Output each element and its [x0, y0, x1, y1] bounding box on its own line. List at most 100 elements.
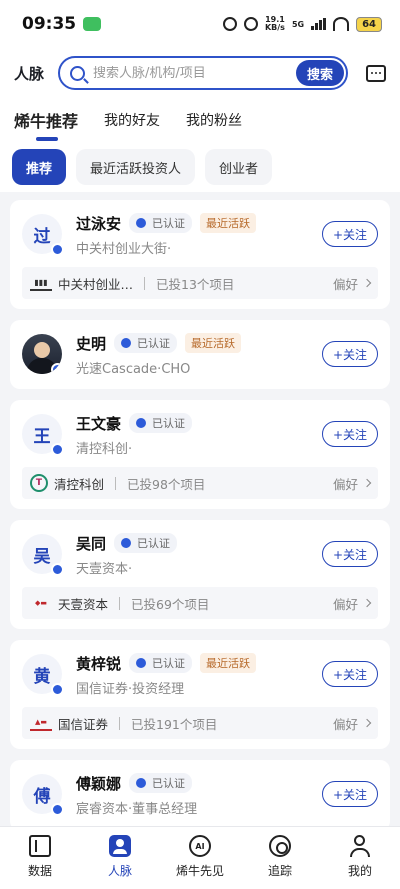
follow-button[interactable]: +关注	[322, 421, 378, 447]
org-logo-icon: ▲▬	[30, 715, 52, 731]
search-input[interactable]	[93, 65, 283, 81]
org-row[interactable]: ▮▮▮ 中关村创业… 已投13个项目 偏好	[22, 267, 378, 299]
nav-label: 我的	[347, 864, 372, 878]
follow-button[interactable]: +关注	[322, 541, 378, 567]
person-name: 过泳安	[76, 214, 122, 233]
preference-link[interactable]: 偏好	[332, 274, 372, 293]
ai-icon: AI	[189, 835, 211, 857]
person-card[interactable]: 过 过泳安 已认证 最近活跃 中关村创业大街· +关注 ▮▮▮ 中关村创业… 已…	[10, 200, 390, 309]
wifi-icon	[333, 17, 350, 31]
avatar: 吴	[22, 534, 64, 576]
avatar	[22, 334, 62, 374]
clock: 09:35	[22, 14, 77, 34]
people-list: 过 过泳安 已认证 最近活跃 中关村创业大街· +关注 ▮▮▮ 中关村创业… 已…	[10, 200, 390, 842]
user-icon	[349, 835, 371, 857]
avatar-initial: 黄	[33, 666, 51, 687]
divider	[115, 476, 117, 490]
chevron-right-icon	[362, 598, 372, 608]
divider	[119, 596, 121, 610]
nav-insights[interactable]: AI 烯牛先见	[160, 827, 240, 889]
message-icon[interactable]	[366, 64, 386, 82]
person-name: 吴同	[76, 534, 107, 553]
divider	[144, 276, 146, 290]
recently-active-tag: 最近活跃	[185, 333, 242, 353]
certified-badge: 已认证	[114, 533, 178, 553]
nav-label: 人脉	[107, 864, 132, 878]
certified-badge: 已认证	[129, 773, 193, 793]
chevron-right-icon	[362, 478, 372, 488]
recently-active-tag: 最近活跃	[200, 213, 257, 233]
battery-icon: 64	[356, 16, 382, 32]
divider	[119, 716, 121, 730]
follow-button[interactable]: +关注	[322, 661, 378, 687]
org-row[interactable]: ◆▬ 天壹资本 已投69个项目 偏好	[22, 587, 378, 619]
org-row[interactable]: T 清控科创 已投98个项目 偏好	[22, 467, 378, 499]
filter-recommend[interactable]: 推荐	[12, 149, 67, 185]
certified-label: 已认证	[152, 217, 186, 230]
certified-label: 已认证	[137, 337, 171, 350]
nav-tracking[interactable]: 追踪	[240, 827, 320, 889]
person-card[interactable]: 吴 吴同 已认证 天壹资本· +关注 ◆▬ 天壹资本 已投69个项目 偏好	[10, 520, 390, 629]
nav-me[interactable]: 我的	[320, 827, 400, 889]
person-card[interactable]: 黄 黄梓锐 已认证 最近活跃 国信证券·投资经理 +关注 ▲▬ 国信证券 已投1…	[10, 640, 390, 749]
nav-data[interactable]: 数据	[0, 827, 80, 889]
top-header: 人脉 搜索	[0, 48, 400, 98]
tab-my-fans[interactable]: 我的粉丝	[186, 110, 242, 130]
follow-button[interactable]: +关注	[322, 781, 378, 807]
preference-label: 偏好	[332, 276, 358, 292]
verified-icon	[51, 243, 64, 256]
org-row[interactable]: ▲▬ 国信证券 已投191个项目 偏好	[22, 707, 378, 739]
preference-link[interactable]: 偏好	[333, 474, 372, 493]
check-icon	[121, 538, 132, 548]
certified-label: 已认证	[137, 537, 171, 550]
nav-contacts[interactable]: 人脉	[80, 827, 160, 889]
filter-active-investors[interactable]: 最近活跃投资人	[76, 149, 196, 185]
preference-link[interactable]: 偏好	[332, 594, 372, 613]
follow-button[interactable]: +关注	[322, 221, 378, 247]
org-name: 天壹资本	[58, 596, 109, 612]
network-type: 5G	[291, 19, 305, 29]
search-button[interactable]: 搜索	[296, 60, 344, 86]
alarm-icon	[222, 17, 237, 31]
person-card[interactable]: 史明 已认证 最近活跃 光速Cascade·CHO +关注	[10, 320, 390, 389]
verified-icon	[51, 683, 64, 696]
filter-chips: 推荐 最近活跃投资人 创业者	[0, 142, 400, 192]
book-icon	[29, 835, 51, 857]
page-title: 人脉	[14, 64, 45, 83]
org-name: 清控科创	[54, 476, 105, 492]
avatar: 王	[22, 414, 64, 456]
avatar-initial: 吴	[33, 546, 51, 567]
app-notification-icon	[83, 17, 102, 31]
avatar-initial: 傅	[33, 786, 51, 807]
chevron-right-icon	[362, 278, 372, 288]
filter-founders[interactable]: 创业者	[205, 149, 273, 185]
person-card[interactable]: 傅 傅颖娜 已认证 宸睿资本·董事总经理 +关注	[10, 760, 390, 831]
verified-icon	[51, 443, 64, 456]
certified-badge: 已认证	[129, 653, 193, 673]
verified-icon	[51, 363, 62, 374]
preference-label: 偏好	[332, 596, 358, 612]
recently-active-tag: 最近活跃	[200, 653, 257, 673]
avatar: 过	[22, 214, 64, 256]
preference-label: 偏好	[332, 716, 358, 732]
preference-link[interactable]: 偏好	[332, 714, 372, 733]
person-name: 王文豪	[76, 414, 122, 433]
invested-count: 已投191个项目	[131, 716, 218, 732]
target-icon	[269, 835, 291, 857]
mute-icon	[243, 17, 258, 31]
bottom-nav: 数据 人脉 AI 烯牛先见 追踪 我的	[0, 826, 400, 889]
check-icon	[136, 218, 147, 228]
person-card[interactable]: 王 王文豪 已认证 清控科创· +关注 T 清控科创 已投98个项目 偏好	[10, 400, 390, 509]
network-speed: 19.1 KB/s	[265, 16, 285, 32]
nav-label: 追踪	[267, 864, 292, 878]
contacts-icon	[109, 835, 131, 857]
check-icon	[136, 658, 147, 668]
org-name: 国信证券	[58, 716, 109, 732]
certified-label: 已认证	[152, 777, 186, 790]
status-bar: 09:35 19.1 KB/s 5G 64	[0, 0, 400, 48]
follow-button[interactable]: +关注	[322, 341, 378, 367]
tab-my-friends[interactable]: 我的好友	[104, 110, 160, 130]
avatar: 傅	[22, 774, 64, 816]
tab-xiniu-recommend[interactable]: 烯牛推荐	[14, 108, 78, 141]
search-box[interactable]: 搜索	[58, 56, 348, 90]
